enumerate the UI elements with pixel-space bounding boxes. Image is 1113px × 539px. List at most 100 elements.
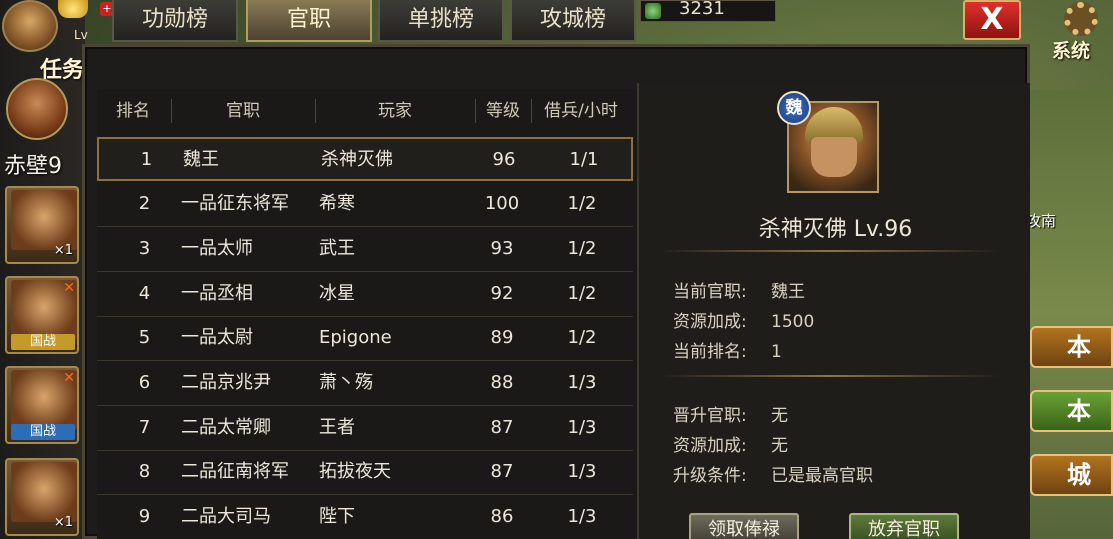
rank-cell: 2: [138, 193, 151, 214]
table-row[interactable]: 2 一品征东将军 希寒 100 1/2: [97, 183, 633, 227]
level-prefix: Lv: [74, 28, 88, 42]
table-row[interactable]: 5 一品太尉 Epigone 89 1/2: [97, 317, 633, 361]
divider: [659, 250, 999, 252]
side-card-2[interactable]: ✕ 国战: [5, 276, 79, 354]
tab-siege-rank[interactable]: 攻城榜: [510, 0, 636, 42]
map-button-2[interactable]: 本: [1030, 390, 1113, 432]
system-button[interactable]: 系统: [1050, 0, 1113, 62]
title-cell: 二品太常卿: [181, 417, 271, 438]
tab-duel-rank[interactable]: 单挑榜: [378, 0, 504, 42]
side-card-3[interactable]: ✕ 国战: [5, 366, 79, 444]
table-row[interactable]: 3 一品太师 武王 93 1/2: [97, 228, 633, 272]
crossed-swords-icon: ✕: [63, 280, 75, 296]
table-row[interactable]: 6 二品京兆尹 萧丶殇 88 1/3: [97, 362, 633, 406]
crossed-swords-icon: ✕: [63, 370, 75, 386]
detail-player-name: 杀神灭佛 Lv.96: [758, 217, 913, 242]
player-cell: 萧丶殇: [319, 372, 373, 393]
troops-cell: 1/2: [567, 238, 597, 259]
info-label: 当前官职:: [673, 282, 747, 302]
rank-cell: 8: [138, 461, 151, 482]
card-tag: 国战: [11, 334, 75, 350]
abandon-title-button[interactable]: 放弃官职: [849, 513, 959, 539]
header-title: 官职: [226, 101, 260, 121]
troops-cell: 1/3: [567, 417, 597, 438]
troops-cell: 1/1: [569, 149, 599, 170]
hero-portrait[interactable]: [6, 78, 68, 140]
divider: [659, 375, 999, 377]
map-button-3[interactable]: 城: [1030, 454, 1113, 496]
player-cell: 陛下: [319, 506, 355, 527]
title-cell: 一品征东将军: [181, 193, 289, 214]
header-rank: 排名: [116, 101, 150, 121]
gold-coin-icon: [58, 0, 88, 18]
level-cell: 89: [490, 327, 514, 348]
level-cell: 93: [490, 238, 514, 259]
troops-cell: 1/2: [567, 283, 597, 304]
level-cell: 87: [490, 461, 514, 482]
rank-cell: 5: [138, 327, 151, 348]
rank-cell: 3: [138, 238, 151, 259]
info-label: 晋升官职:: [673, 406, 747, 426]
face-graphic: [811, 137, 857, 177]
info-value: 无: [771, 406, 788, 426]
info-value: 1500: [771, 312, 815, 332]
list-header: 排名 官职 玩家 等级 借兵/小时: [95, 93, 635, 129]
current-title-line: 当前官职: 魏王: [673, 277, 805, 302]
troops-cell: 1/2: [567, 193, 597, 214]
player-cell: 冰星: [319, 283, 355, 304]
level-cell: 87: [490, 417, 514, 438]
player-cell: 王者: [319, 417, 355, 438]
kingdom-badge: 魏: [777, 91, 811, 125]
info-value: 无: [771, 436, 788, 456]
next-bonus-line: 资源加成: 无: [673, 431, 788, 456]
info-value: 已是最高官职: [771, 466, 873, 486]
table-row[interactable]: 7 二品太常卿 王者 87 1/3: [97, 407, 633, 451]
rank-cell: 1: [140, 149, 153, 170]
zone-label: 赤壁9: [4, 154, 62, 179]
level-cell: 96: [492, 149, 516, 170]
collect-salary-button[interactable]: 领取俸禄: [689, 513, 799, 539]
troops-cell: 1/2: [567, 327, 597, 348]
troops-cell: 1/3: [567, 461, 597, 482]
title-cell: 二品大司马: [181, 506, 271, 527]
close-button[interactable]: X: [963, 0, 1021, 40]
card-tag: 国战: [11, 424, 75, 440]
player-avatar[interactable]: [2, 0, 58, 52]
info-value: 魏王: [771, 282, 805, 302]
resource-counter: 3231: [640, 0, 776, 22]
side-card-4[interactable]: ×1: [5, 458, 79, 536]
info-label: 资源加成:: [673, 312, 747, 332]
level-cell: 100: [484, 193, 520, 214]
tab-merit-rank[interactable]: 功勋榜: [112, 0, 238, 42]
title-cell: 魏王: [183, 149, 219, 170]
info-label: 当前排名:: [673, 342, 747, 362]
resource-icon: [645, 3, 661, 19]
table-row[interactable]: 1 魏王 杀神灭佛 96 1/1: [97, 137, 633, 181]
table-row[interactable]: 8 二品征南将军 拓拔夜天 87 1/3: [97, 451, 633, 495]
header-level: 等级: [486, 101, 520, 121]
rank-cell: 9: [138, 506, 151, 527]
player-cell: 杀神灭佛: [321, 149, 393, 170]
troops-cell: 1/3: [567, 506, 597, 527]
table-row[interactable]: 9 二品大司马 陛下 86 1/3: [97, 496, 633, 539]
general-portrait: [11, 462, 77, 522]
info-label: 升级条件:: [673, 466, 747, 486]
resource-bonus-line: 资源加成: 1500: [673, 307, 814, 332]
header-player: 玩家: [378, 101, 412, 121]
side-card-1[interactable]: ×1: [5, 186, 79, 264]
table-row[interactable]: 4 一品丞相 冰星 92 1/2: [97, 273, 633, 317]
title-cell: 二品征南将军: [181, 461, 289, 482]
player-cell: 希寒: [319, 193, 355, 214]
player-cell: 拓拔夜天: [319, 461, 391, 482]
level-cell: 86: [490, 506, 514, 527]
next-title-line: 晋升官职: 无: [673, 401, 788, 426]
detail-pane: 魏 杀神灭佛 Lv.96 当前官职: 魏王 资源加成: 1500 当前排名: 1 晋升…: [637, 83, 1030, 539]
tab-official-rank[interactable]: 官职: [246, 0, 372, 42]
player-cell: 武王: [319, 238, 355, 259]
rank-cell: 7: [138, 417, 151, 438]
card-count: ×1: [53, 243, 73, 258]
info-value: 1: [771, 342, 782, 362]
resource-value: 3231: [679, 0, 725, 19]
map-button-1[interactable]: 本: [1030, 326, 1113, 368]
header-troops: 借兵/小时: [544, 101, 618, 121]
